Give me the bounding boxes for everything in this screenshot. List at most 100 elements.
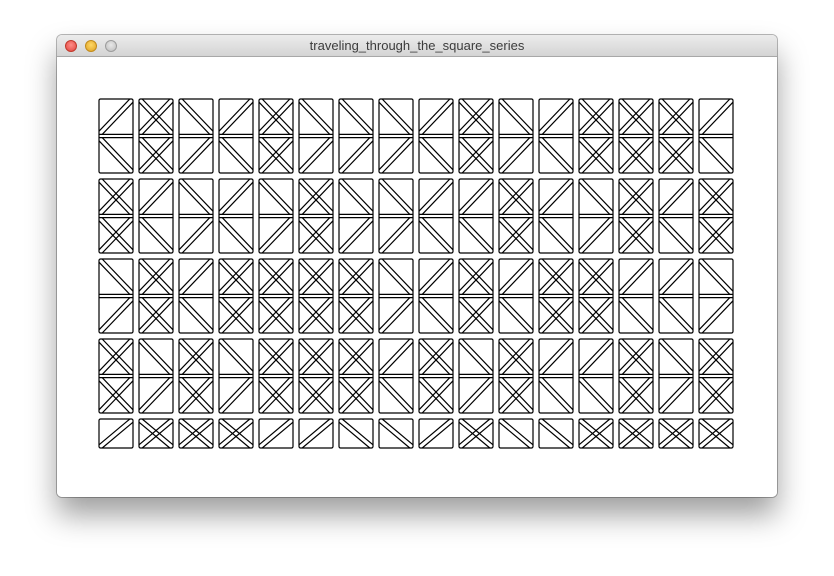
diagonal-stroke [498,101,531,135]
diagonal-stroke [101,101,134,135]
diagonal-stroke [178,380,211,414]
diagonal-stroke [101,217,134,251]
diagonal-stroke [178,101,211,135]
diagonal-stroke [501,297,534,331]
diagonal-stroke [178,338,211,372]
square-cell [498,98,534,174]
diagonal-stroke [658,98,691,132]
diagonal-stroke [621,101,654,135]
diagonal-stroke [258,338,291,372]
diagonal-stroke [621,380,654,414]
square-cell [138,418,174,449]
diagonal-stroke [501,341,534,375]
diagonal-stroke [218,140,251,174]
diagonal-stroke [261,140,294,174]
diagonal-stroke [101,220,134,254]
diagonal-stroke [501,178,534,212]
diagonal-stroke [98,98,131,132]
square-cell [98,338,134,414]
diagonal-stroke [421,421,454,449]
square-cell [338,258,374,334]
square-cell [98,418,134,449]
diagonal-stroke [218,98,251,132]
diagonal-stroke [221,297,254,331]
diagonal-stroke [258,261,291,295]
diagonal-stroke [298,418,331,446]
diagonal-stroke [538,297,571,331]
diagonal-stroke [338,137,371,171]
diagonal-stroke [301,300,334,334]
square-cell [578,338,614,414]
diagonal-stroke [341,261,374,295]
diagonal-stroke [138,418,171,446]
diagonal-stroke [338,101,371,135]
diagonal-stroke [618,137,651,171]
square-cell [538,338,574,414]
diagonal-stroke [381,220,414,254]
diagonal-stroke [341,300,374,334]
diagonal-stroke [498,341,531,375]
diagonal-stroke [418,98,451,132]
diagonal-stroke [141,421,174,449]
diagonal-stroke [578,140,611,174]
title-bar[interactable]: traveling_through_the_square_series [57,35,777,57]
diagonal-stroke [701,178,734,212]
diagonal-stroke [658,137,691,171]
square-cell [138,338,174,414]
diagonal-stroke [701,220,734,254]
diagonal-stroke [578,421,611,449]
diagonal-stroke [338,421,371,449]
square-cell [698,258,734,334]
diagonal-stroke [301,140,334,174]
diagonal-stroke [98,217,131,251]
diagonal-stroke [461,297,494,331]
diagonal-stroke [381,98,414,132]
square-cell [98,258,134,334]
square-cell [258,418,294,449]
diagonal-stroke [421,137,454,171]
diagonal-stroke [261,261,294,295]
diagonal-stroke [421,101,454,135]
diagonal-stroke [458,418,491,446]
diagonal-stroke [298,181,331,215]
diagonal-stroke [218,178,251,212]
diagonal-stroke [181,377,214,411]
diagonal-stroke [298,217,331,251]
diagonal-stroke [618,220,651,254]
square-cell [258,338,294,414]
diagonal-stroke [698,140,731,174]
diagonal-stroke [178,377,211,411]
diagonal-stroke [378,380,411,414]
diagonal-stroke [338,181,371,215]
diagonal-stroke [178,300,211,334]
diagonal-stroke [218,258,251,292]
diagonal-stroke [621,140,654,174]
diagonal-stroke [458,101,491,135]
diagonal-stroke [421,217,454,251]
diagonal-stroke [421,297,454,331]
diagonal-stroke [378,181,411,215]
diagonal-stroke [138,300,171,334]
diagonal-stroke [581,258,614,292]
diagonal-stroke [221,421,254,449]
diagonal-stroke [698,377,731,411]
diagonal-stroke [538,140,571,174]
diagonal-stroke [141,261,174,295]
diagonal-stroke [698,178,731,212]
square-cell [538,98,574,174]
square-cell [658,338,694,414]
diagonal-stroke [621,377,654,411]
diagonal-stroke [301,258,334,292]
diagonal-stroke [341,418,374,446]
diagonal-stroke [418,341,451,375]
square-cell [458,178,494,254]
diagonal-stroke [101,341,134,375]
square-cell [338,98,374,174]
diagonal-stroke [98,178,131,212]
diagonal-stroke [221,380,254,414]
diagonal-stroke [101,181,134,215]
diagonal-stroke [98,418,131,446]
diagonal-stroke [661,137,694,171]
diagonal-stroke [378,261,411,295]
square-cell [618,98,654,174]
